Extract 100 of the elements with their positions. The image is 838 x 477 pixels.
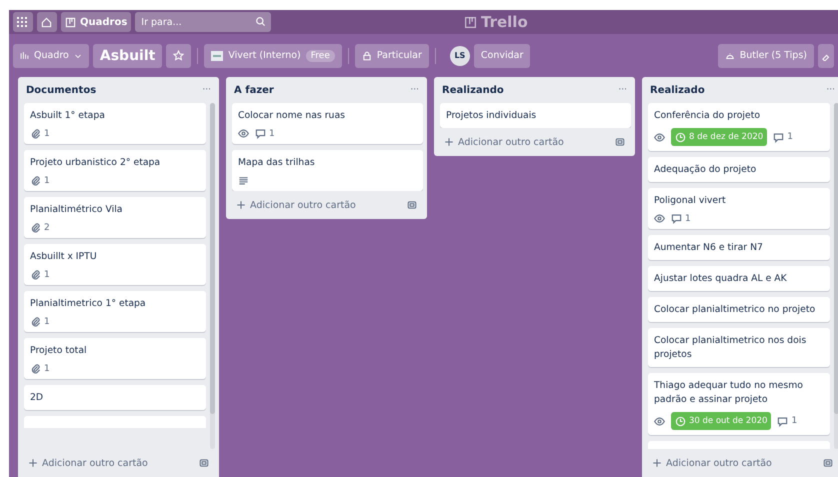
card[interactable]: Projeto total 1 [24,338,206,379]
list-menu-button[interactable]: ··· [410,85,419,95]
attachment-count: 1 [30,175,50,186]
scrollbar[interactable] [834,103,838,449]
comment-icon [671,213,682,224]
plus-icon [444,137,454,147]
comment-count: 1 [777,416,798,426]
attachment-count: 1 [30,128,50,139]
card[interactable]: Colocar planialtimetrico nos dois projetos [648,328,830,367]
card-title: Adequação do projeto [654,163,758,177]
search-icon [255,16,266,27]
card-title: 2D [30,391,44,405]
card[interactable]: Poligonal vivert 1 [648,188,830,229]
list-title[interactable]: Realizando [442,84,504,96]
card[interactable]: Projeto urbanistico 2° etapa 1 [24,150,206,191]
add-card-button[interactable]: Adicionar outro cartão [18,449,219,477]
eye-icon [238,128,249,139]
add-card-button[interactable]: Adicionar outro cartão [434,128,635,156]
list-title[interactable]: A fazer [234,84,274,96]
card-title: Mapa das trilhas [238,156,316,170]
paperclip-icon [30,222,41,233]
comment-icon [255,128,266,139]
member-avatar[interactable]: LS [450,46,470,66]
home-button[interactable] [37,12,57,32]
card-title: Conferência do projeto [654,109,762,123]
attachment-count: 2 [30,222,50,233]
home-icon [41,16,52,28]
card[interactable]: Thiago adequar tudo no mesmo padrão e assinar projeto 30 de out de 2020 1 [648,373,830,435]
template-icon [823,458,833,468]
boards-button[interactable]: Quadros [61,12,132,32]
card[interactable]: Conferência do projeto 8 de dez de 2020 1 [648,103,830,151]
card[interactable]: Aumentar N6 e tirar N7 [648,235,830,260]
scrollbar[interactable] [210,103,215,449]
list-menu-button[interactable]: ··· [618,85,627,95]
description-icon [238,175,249,186]
card[interactable]: Adequação do projeto [648,157,830,182]
eye-icon [654,213,665,224]
template-icon [199,458,209,468]
bell-icon [724,50,735,60]
paperclip-icon [30,363,41,374]
board-icon [464,16,477,28]
card-title: Aumentar N6 e tirar N7 [654,241,764,255]
template-icon [615,137,625,147]
workspace-logo-icon [211,50,224,60]
card[interactable]: 2D [24,385,206,410]
attachment-count: 1 [30,269,50,280]
card[interactable]: Colocar nome nas ruas 1 [232,103,423,144]
clock-icon [675,132,686,142]
add-card-button[interactable]: Adicionar outro cartão [642,449,838,477]
comment-count: 1 [255,128,275,139]
eye-icon [654,132,665,142]
card-title: Planialtimétrico Vila [30,203,124,217]
attachment-count: 1 [30,363,50,374]
card-title: Projeto total [30,344,88,358]
list-title[interactable]: Realizado [650,84,705,96]
card[interactable]: Ajustar lotes quadra AL e AK [648,266,830,291]
card-title: Asbuilt 1° etapa [30,109,106,123]
card[interactable]: Projetos individuais [440,103,631,128]
add-card-button[interactable]: Adicionar outro cartão [226,191,427,219]
clock-icon [675,416,686,426]
template-icon [407,200,417,210]
lock-icon [362,50,372,60]
trello-logo[interactable]: Trello [464,13,528,31]
eye-icon [654,416,665,426]
plus-icon [236,200,246,210]
card-title: Planialtimetrico 1° etapa [30,297,147,311]
comment-count: 1 [671,213,691,224]
grid-icon [17,17,27,27]
board-icon [65,16,76,28]
list-menu-button[interactable]: ··· [202,85,211,95]
star-button[interactable] [166,44,192,68]
card[interactable]: Asbuilt 1° etapa 1 [24,103,206,144]
card[interactable]: Colocar planialtimetrico no projeto [648,297,830,322]
chart-icon [20,51,29,60]
card-title: Poligonal vivert [654,194,727,208]
card-title: Colocar planialtimetrico no projeto [654,303,816,317]
card-title: Ajustar lotes quadra AL e AK [654,272,788,286]
caret-icon [74,52,82,60]
card[interactable]: Planialtimétrico Vila 2 [24,197,206,238]
card-title: Asbuillt x IPTU [30,250,98,264]
list-menu-button[interactable]: ··· [826,85,835,95]
card[interactable]: Mapa das trilhas [232,150,423,191]
comment-icon [773,132,784,142]
card[interactable]: Asbuillt x IPTU 1 [24,244,206,285]
card-title: Colocar nome nas ruas [238,109,346,123]
card-title: Projeto urbanistico 2° etapa [30,156,162,170]
attachment-count: 1 [30,316,50,327]
paperclip-icon [30,128,41,139]
menu-button[interactable] [818,44,834,68]
list-title[interactable]: Documentos [26,84,96,96]
plus-icon [28,458,38,468]
card-title: Colocar planialtimetrico nos dois projetos [654,334,808,362]
star-icon [173,50,184,61]
plus-icon [652,458,662,468]
card[interactable]: Planialtimetrico 1° etapa 1 [24,291,206,332]
card-title: Thiago adequar tudo no mesmo padrão e assinar projeto [654,379,804,407]
comment-icon [777,416,788,426]
paperclip-icon [30,269,41,280]
card-title: Projetos individuais [446,109,538,123]
apps-button[interactable] [13,12,33,32]
